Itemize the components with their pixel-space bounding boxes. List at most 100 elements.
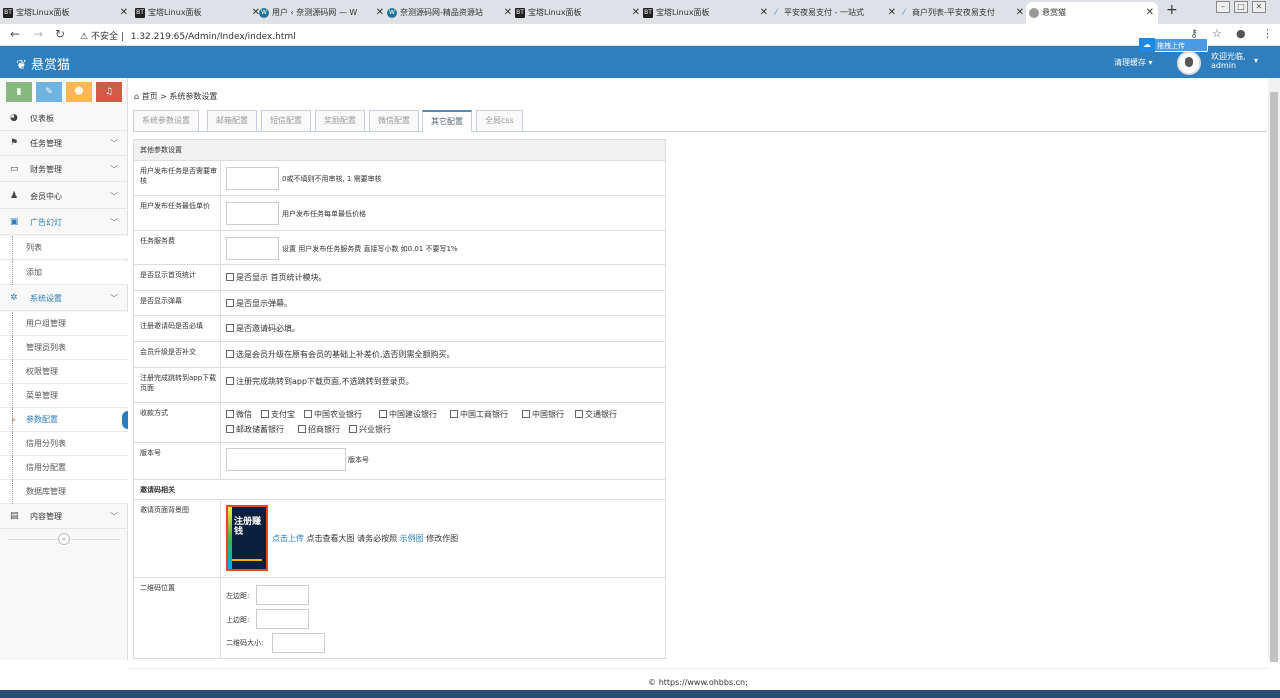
collapse-sidebar-button[interactable]: « [58,533,70,545]
shortcut-buttons: ▮ ✎ ☻ ♫ [6,82,124,102]
user-menu[interactable]: 欢迎光临, admin ▾ [1211,52,1258,70]
browser-tab-active[interactable]: 悬赏猫 ✕ [1026,2,1158,24]
reload-icon[interactable]: ↻ [55,27,65,41]
version-input[interactable] [226,448,346,471]
sidebar: ▮ ✎ ☻ ♫ ◕ 仪表板 ⚑ 任务管理 ﹀ ▭ 财务管理 ﹀ ♟ 会员中心 ﹀ ▣ 广告幻灯 ﹀… [0,78,128,660]
browser-tab[interactable]: BT 宝塔Linux面板 ✕ [132,2,264,24]
logo[interactable]: ❦ 悬赏猫 [16,54,70,73]
close-window-button[interactable]: ✕ [1252,1,1266,13]
new-tab-button[interactable]: + [1166,2,1178,18]
close-icon[interactable]: ✕ [1146,2,1154,24]
browser-tab[interactable]: ⁄ 商户列表-平安夜易支付 ✕ [896,2,1028,24]
users-icon[interactable]: ☻ [66,82,92,102]
browser-tab[interactable]: W 用户 ‹ 奈测源码网 — W ✕ [256,2,388,24]
browser-tab[interactable]: ⁄ 平安夜易支付 - 一站式 ✕ [768,2,900,24]
qr-size-input[interactable] [272,633,325,653]
close-icon[interactable]: ✕ [376,2,384,24]
sidebar-item-system-settings[interactable]: ✲ 系统设置 ﹀ [0,286,128,311]
sidebar-item-members[interactable]: ♟ 会员中心 ﹀ [0,184,128,209]
wordpress-icon: W [387,8,397,18]
payment-option[interactable]: 中国建设银行 [379,409,437,420]
qr-top-input[interactable] [256,609,309,629]
tab-email[interactable]: 邮箱配置 [207,110,257,132]
upload-link[interactable]: 点击上传 [272,534,304,543]
page-scrollbar[interactable] [1268,78,1280,662]
sidebar-subitem-permissions[interactable]: 权限管理 [0,360,128,384]
breadcrumb-home[interactable]: 首页 [142,92,158,101]
tab-sms[interactable]: 短信配置 [261,110,311,132]
payment-option[interactable]: 兴业银行 [349,424,391,435]
close-icon[interactable]: ✕ [120,2,128,24]
scroll-thumb[interactable] [1270,92,1278,662]
menu-dots-icon[interactable]: ⋮ [1262,27,1273,40]
close-icon[interactable]: ✕ [504,2,512,24]
browser-tab[interactable]: BT 宝塔Linux面板 ✕ [640,2,772,24]
signal-icon[interactable]: ▮ [6,82,32,102]
sidebar-subitem-database[interactable]: 数据库管理 [0,480,128,504]
audit-required-input[interactable] [226,167,279,190]
sidebar-subitem-credit-list[interactable]: 信用分列表 [0,432,128,456]
invite-background-image[interactable]: 注册赚钱 [226,505,268,571]
show-stats-checkbox[interactable]: 是否显示 首页统计模块。 [226,272,327,283]
sidebar-subitem-add[interactable]: 添加 [0,261,128,285]
bt-favicon-icon: BT [3,8,13,18]
minimize-button[interactable]: – [1216,1,1230,13]
close-icon[interactable]: ✕ [632,2,640,24]
browser-tab[interactable]: W 奈测源码网-精品资源站 ✕ [384,2,516,24]
link-icon: ⁄ [903,8,905,18]
tab-global-css[interactable]: 全局css [476,110,523,132]
payment-option[interactable]: 邮政储蓄银行 [226,424,284,435]
payment-option[interactable]: 中国农业银行 [304,409,362,420]
sidebar-item-ads[interactable]: ▣ 广告幻灯 ﹀ [0,210,128,235]
browser-tab[interactable]: BT 宝塔Linux面板 ✕ [512,2,644,24]
payment-option[interactable]: 交通银行 [575,409,617,420]
qr-left-input[interactable] [256,585,309,605]
close-icon[interactable]: ✕ [1016,2,1024,24]
tab-system-params[interactable]: 系统参数设置 [133,110,199,132]
profile-icon[interactable]: ● [1236,27,1246,40]
sidebar-subitem-admins[interactable]: 管理员列表 [0,336,128,360]
warning-icon: ⚠ [80,32,89,42]
clear-cache-button[interactable]: 清理缓存 ▾ [1114,57,1153,68]
bell-icon[interactable]: ♫ [96,82,122,102]
back-icon[interactable]: ← [10,27,20,41]
sidebar-item-finance[interactable]: ▭ 财务管理 ﹀ [0,157,128,182]
close-icon[interactable]: ✕ [760,2,768,24]
payment-option[interactable]: 微信 [226,409,252,420]
dashboard-icon: ◕ [10,113,18,123]
sidebar-subitem-params[interactable]: » 参数配置 [0,408,128,432]
breadcrumb: ⌂ 首页 > 系统参数设置 [134,92,218,101]
browser-tab[interactable]: BT 宝塔Linux面板 ✕ [0,2,132,24]
form-row: 版本号 版本号 [134,443,665,480]
upgrade-diff-checkbox[interactable]: 选是会员升级在原有会员的基础上补差价,选否则需全额购买。 [226,349,455,360]
service-fee-input[interactable] [226,237,279,260]
sidebar-item-content[interactable]: ▤ 内容管理 ﹀ [0,504,128,529]
maximize-button[interactable]: □ [1234,1,1248,13]
sidebar-subitem-menus[interactable]: 菜单管理 [0,384,128,408]
tab-other[interactable]: 其它配置 [422,110,472,132]
drag-upload-badge[interactable]: ☁ 拖拽上传 [1139,38,1208,52]
app-redirect-checkbox[interactable]: 注册完成跳转到app下载页面,不选跳转到登录页。 [226,376,414,387]
form-row: 是否显示首页统计 是否显示 首页统计模块。 [134,265,665,291]
payment-option[interactable]: 支付宝 [261,409,295,420]
payment-option[interactable]: 招商银行 [298,424,340,435]
sidebar-item-dashboard[interactable]: ◕ 仪表板 [0,106,128,131]
sidebar-subitem-user-groups[interactable]: 用户组管理 [0,312,128,336]
tab-wechat[interactable]: 微信配置 [369,110,419,132]
tab-rewards[interactable]: 奖励配置 [315,110,365,132]
star-icon[interactable]: ☆ [1212,27,1222,40]
pencil-icon[interactable]: ✎ [36,82,62,102]
close-icon[interactable]: ✕ [888,2,896,24]
url-field[interactable]: ⚠ 不安全 | 1.32.219.65/Admin/Index/index.ht… [80,29,296,42]
min-price-input[interactable] [226,202,279,225]
sidebar-item-tasks[interactable]: ⚑ 任务管理 ﹀ [0,131,128,156]
show-danmaku-checkbox[interactable]: 是否显示弹幕。 [226,298,292,309]
invite-required-checkbox[interactable]: 是否邀请码必填。 [226,323,300,334]
sidebar-subitem-list[interactable]: 列表 [0,236,128,260]
avatar[interactable] [1177,51,1201,75]
example-link[interactable]: 示例图 [400,534,424,543]
payment-option[interactable]: 中国工商银行 [450,409,508,420]
sidebar-subitem-credit-config[interactable]: 信用分配置 [0,456,128,480]
payment-option[interactable]: 中国银行 [522,409,564,420]
forward-icon[interactable]: → [33,27,43,41]
